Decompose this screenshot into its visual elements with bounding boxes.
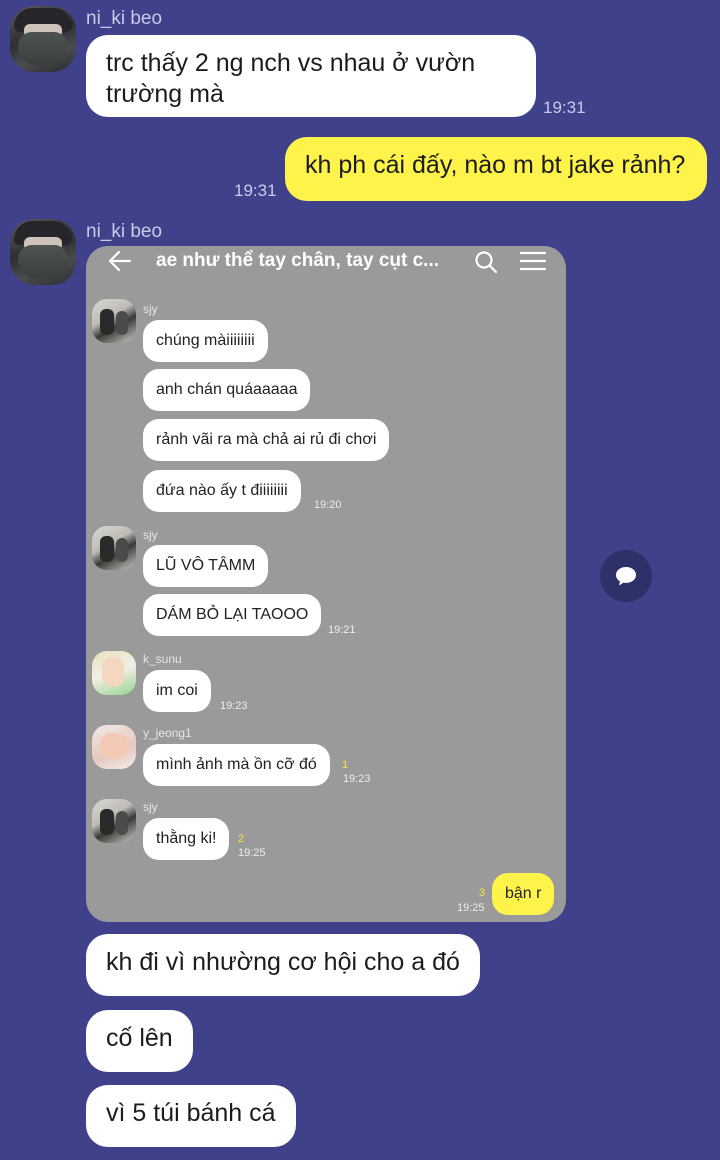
sender-name: k_sunu — [143, 652, 182, 666]
sender-name: sjy — [143, 302, 158, 316]
chat-fab-button[interactable] — [600, 550, 652, 602]
message-bubble: thằng ki! — [143, 818, 230, 860]
message-bubble: rảnh vãi ra mà chả ai rủ đi chơi — [143, 419, 390, 461]
search-icon — [475, 251, 498, 274]
message-bubble[interactable]: vì 5 túi bánh cá — [86, 1085, 296, 1147]
message-text: kh đi vì nhường cơ hội cho a đó — [106, 948, 460, 976]
back-arrow-icon — [108, 250, 132, 272]
message-bubble: mình ảnh mà ồn cỡ đó — [143, 744, 330, 786]
unread-count: 3 — [479, 887, 486, 899]
message-text: trc thấy 2 ng nch vs nhau ở vườn — [106, 49, 476, 77]
message-bubble[interactable]: cố lên — [86, 1010, 193, 1072]
message-text: vì 5 túi bánh cá — [106, 1099, 276, 1127]
avatar[interactable] — [10, 219, 76, 285]
unread-count: 2 — [238, 833, 245, 845]
message-time: 19:23 — [343, 773, 371, 785]
message-text: kh ph cái đấy, nào m bt jake rảnh? — [305, 151, 686, 179]
message-bubble: đứa nào ấy t điiiiiiii — [143, 470, 301, 512]
sender-name: ni_ki beo — [86, 221, 163, 242]
message-bubble[interactable]: trc thấy 2 ng nch vs nhau ở vườn trường … — [86, 35, 536, 117]
message-bubble: LŨ VÔ TÂMM — [143, 545, 269, 587]
screenshot-header: ae như thể tay chân, tay cụt c... — [86, 246, 566, 282]
sender-name: ni_ki beo — [86, 8, 163, 29]
message-bubble-outgoing: bận r — [492, 873, 555, 915]
message-bubble[interactable]: kh đi vì nhường cơ hội cho a đó — [86, 934, 480, 996]
message-text-line2: trường mà — [106, 80, 224, 108]
message-time: 19:21 — [328, 624, 356, 636]
message-time: 19:25 — [457, 902, 485, 914]
unread-count: 1 — [342, 759, 349, 771]
message-time: 19:31 — [234, 181, 277, 200]
message-time: 19:23 — [220, 700, 248, 712]
message-text: cố lên — [106, 1024, 173, 1052]
message-bubble: im coi — [143, 670, 211, 712]
message-bubble-outgoing[interactable]: kh ph cái đấy, nào m bt jake rảnh? — [285, 137, 707, 201]
avatar-sjy[interactable] — [92, 299, 136, 343]
avatar-sjy[interactable] — [92, 799, 136, 843]
message-bubble: DÁM BỎ LẠI TAOOO — [143, 594, 322, 636]
sender-name: sjy — [143, 528, 158, 542]
message-time: 19:20 — [314, 499, 342, 511]
avatar[interactable] — [10, 6, 76, 72]
menu-icon — [520, 251, 546, 271]
message-time: 19:25 — [238, 847, 266, 859]
message-time: 19:31 — [543, 98, 586, 117]
shared-screenshot-image[interactable]: ae như thể tay chân, tay cụt c... sjy ch… — [86, 246, 566, 922]
message-bubble: anh chán quáaaaaa — [143, 369, 311, 411]
avatar-k-sunu[interactable] — [92, 651, 136, 695]
chat-bubble-icon — [616, 567, 636, 586]
message-bubble: chúng màiiiiiiii — [143, 320, 268, 362]
sender-name: sjy — [143, 800, 158, 814]
sender-name: y_jeong1 — [143, 726, 192, 740]
chat-title: ae như thể tay chân, tay cụt c... — [156, 250, 440, 271]
avatar-y-jeong1[interactable] — [92, 725, 136, 769]
avatar-sjy[interactable] — [92, 526, 136, 570]
